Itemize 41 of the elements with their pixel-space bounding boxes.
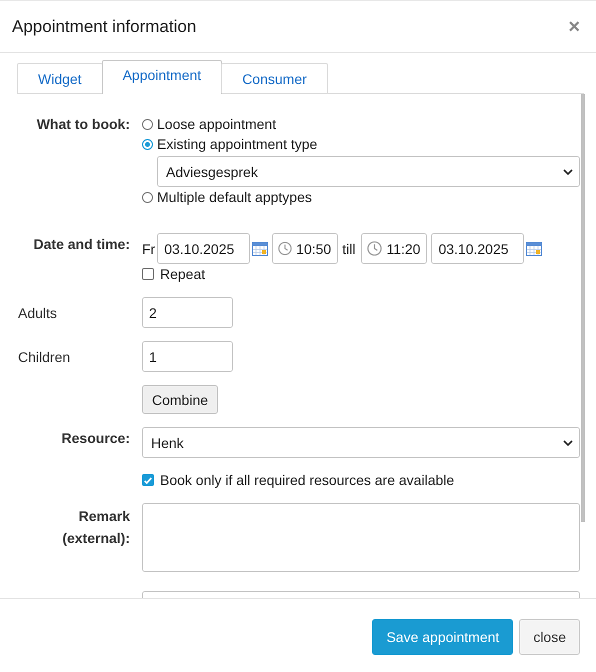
checkbox-label: Repeat [160, 265, 206, 284]
radio-button[interactable] [142, 138, 153, 150]
children-field[interactable]: 1 [142, 341, 233, 372]
tab[interactable]: Widget [17, 63, 103, 93]
option-label: Loose appointment [157, 115, 276, 134]
field-label: Date and time: [32, 235, 130, 254]
appointment-type-select[interactable]: Adviesgesprek [157, 156, 580, 187]
tab[interactable]: Consumer [221, 63, 328, 93]
clock-icon [278, 241, 292, 256]
checkbox-label: Book only if all required resources are available [160, 471, 454, 490]
chevron-down-icon [563, 168, 573, 174]
combine-button[interactable]: Combine [142, 385, 218, 414]
till-label: till [342, 240, 356, 256]
checkbox[interactable] [142, 268, 154, 280]
calendar-icon[interactable] [526, 242, 542, 256]
remark-textarea[interactable] [142, 503, 580, 572]
radio-button[interactable] [142, 192, 153, 202]
radio-button[interactable] [142, 118, 153, 130]
adults-field[interactable]: 2 [142, 297, 233, 328]
field-label: Adults [17, 304, 58, 323]
option-label: Multiple default apptypes [157, 188, 312, 207]
date-field[interactable]: 03.10.2025 [157, 233, 250, 264]
dialog-title: Appointment information [12, 16, 196, 36]
calendar-icon[interactable] [252, 242, 268, 256]
field-label: What to book: [36, 115, 130, 134]
scrollbar-thumb[interactable] [581, 94, 585, 522]
field-label: Remark (external): [61, 507, 130, 548]
checkbox[interactable] [142, 474, 154, 486]
close-button[interactable]: × [564, 16, 584, 36]
date-field[interactable]: 03.10.2025 [431, 233, 524, 264]
time-field[interactable]: 10:50 [272, 233, 338, 264]
field-label: Resource: [60, 429, 130, 448]
resource-select[interactable]: Henk [142, 427, 580, 458]
tab[interactable]: Appointment [102, 60, 222, 94]
clock-icon [367, 241, 382, 256]
close-button[interactable]: close [519, 619, 580, 655]
chevron-down-icon [563, 440, 573, 446]
field-label: Children [17, 348, 72, 367]
time-field[interactable]: 11:20 [361, 233, 428, 264]
option-label: Existing appointment type [157, 135, 318, 154]
weekday-label: Fr [142, 240, 156, 256]
